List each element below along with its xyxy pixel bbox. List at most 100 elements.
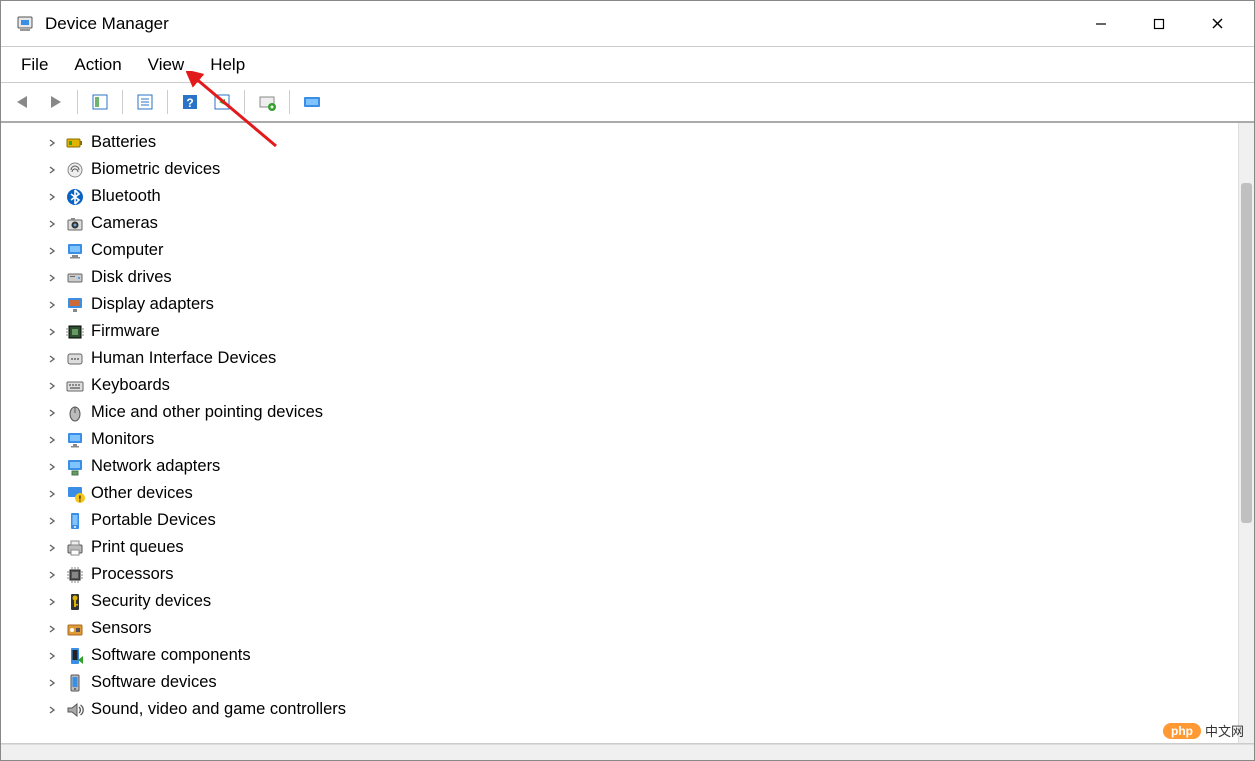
device-manager-window: Device Manager File Action View Help <box>0 0 1255 761</box>
device-category-row[interactable]: Cameras <box>7 210 1238 237</box>
device-tree[interactable]: Batteries Biometric devices Bluetooth Camer… <box>1 123 1238 743</box>
device-category-row[interactable]: Processors <box>7 561 1238 588</box>
device-category-label: Biometric devices <box>91 161 220 178</box>
device-category-row[interactable]: Print queues <box>7 534 1238 561</box>
expand-icon[interactable] <box>45 406 59 420</box>
expand-icon[interactable] <box>45 217 59 231</box>
expand-icon[interactable] <box>45 298 59 312</box>
device-category-row[interactable]: Software devices <box>7 669 1238 696</box>
expand-icon[interactable] <box>45 433 59 447</box>
device-category-label: Bluetooth <box>91 188 161 205</box>
security-icon <box>65 592 85 612</box>
expand-icon[interactable] <box>45 352 59 366</box>
device-category-row[interactable]: Display adapters <box>7 291 1238 318</box>
toolbar-separator <box>122 90 123 114</box>
titlebar: Device Manager <box>1 1 1254 47</box>
expand-icon[interactable] <box>45 190 59 204</box>
maximize-button[interactable] <box>1130 4 1188 44</box>
device-category-label: Network adapters <box>91 458 220 475</box>
expand-icon[interactable] <box>45 541 59 555</box>
toolbar-separator <box>289 90 290 114</box>
device-category-label: Disk drives <box>91 269 172 286</box>
expand-icon[interactable] <box>45 703 59 717</box>
vertical-scrollbar[interactable] <box>1238 123 1254 743</box>
mouse-icon <box>65 403 85 423</box>
properties-button[interactable] <box>131 88 159 116</box>
bluetooth-icon <box>65 187 85 207</box>
device-category-row[interactable]: Bluetooth <box>7 183 1238 210</box>
watermark-badge: php <box>1163 723 1201 739</box>
processor-icon <box>65 565 85 585</box>
menu-help[interactable]: Help <box>198 51 257 79</box>
add-legacy-icon <box>302 94 322 110</box>
toolbar-separator <box>77 90 78 114</box>
expand-icon[interactable] <box>45 460 59 474</box>
device-category-row[interactable]: Computer <box>7 237 1238 264</box>
watermark-text: 中文网 <box>1205 721 1244 740</box>
fingerprint-icon <box>65 160 85 180</box>
update-driver-icon <box>213 93 231 111</box>
device-category-label: Cameras <box>91 215 158 232</box>
device-category-row[interactable]: Other devices <box>7 480 1238 507</box>
expand-icon[interactable] <box>45 622 59 636</box>
expand-icon[interactable] <box>45 136 59 150</box>
device-category-label: Computer <box>91 242 163 259</box>
device-category-row[interactable]: Firmware <box>7 318 1238 345</box>
expand-icon[interactable] <box>45 379 59 393</box>
device-category-row[interactable]: Monitors <box>7 426 1238 453</box>
menu-view[interactable]: View <box>136 51 197 79</box>
help-toolbar-button[interactable]: ? <box>176 88 204 116</box>
other-devices-icon <box>65 484 85 504</box>
camera-icon <box>65 214 85 234</box>
device-category-row[interactable]: Sound, video and game controllers <box>7 696 1238 723</box>
update-driver-button[interactable] <box>208 88 236 116</box>
monitor-icon <box>65 430 85 450</box>
device-category-row[interactable]: Security devices <box>7 588 1238 615</box>
expand-icon[interactable] <box>45 676 59 690</box>
device-category-row[interactable]: Human Interface Devices <box>7 345 1238 372</box>
battery-icon <box>65 133 85 153</box>
device-category-row[interactable]: Sensors <box>7 615 1238 642</box>
menubar: File Action View Help <box>1 47 1254 83</box>
horizontal-scrollbar[interactable] <box>1 744 1254 760</box>
forward-button[interactable] <box>41 88 69 116</box>
expand-icon[interactable] <box>45 514 59 528</box>
back-button[interactable] <box>9 88 37 116</box>
vertical-scrollbar-thumb[interactable] <box>1241 183 1252 523</box>
toolbar: ? <box>1 83 1254 123</box>
expand-icon[interactable] <box>45 325 59 339</box>
minimize-button[interactable] <box>1072 4 1130 44</box>
add-legacy-hardware-button[interactable] <box>298 88 326 116</box>
expand-icon[interactable] <box>45 163 59 177</box>
device-category-label: Sensors <box>91 620 152 637</box>
menu-action[interactable]: Action <box>62 51 133 79</box>
device-category-label: Other devices <box>91 485 193 502</box>
device-category-row[interactable]: Keyboards <box>7 372 1238 399</box>
scan-hardware-button[interactable] <box>253 88 281 116</box>
expand-icon[interactable] <box>45 595 59 609</box>
expand-icon[interactable] <box>45 649 59 663</box>
expand-icon[interactable] <box>45 244 59 258</box>
device-category-row[interactable]: Software components <box>7 642 1238 669</box>
device-category-row[interactable]: Biometric devices <box>7 156 1238 183</box>
device-category-label: Processors <box>91 566 174 583</box>
device-category-row[interactable]: Batteries <box>7 129 1238 156</box>
expand-icon[interactable] <box>45 568 59 582</box>
portable-device-icon <box>65 511 85 531</box>
device-category-row[interactable]: Network adapters <box>7 453 1238 480</box>
content-area: Batteries Biometric devices Bluetooth Camer… <box>1 123 1254 744</box>
expand-icon[interactable] <box>45 271 59 285</box>
device-category-row[interactable]: Mice and other pointing devices <box>7 399 1238 426</box>
device-category-row[interactable]: Disk drives <box>7 264 1238 291</box>
device-category-label: Keyboards <box>91 377 170 394</box>
device-category-label: Batteries <box>91 134 156 151</box>
device-category-row[interactable]: Portable Devices <box>7 507 1238 534</box>
expand-icon[interactable] <box>45 487 59 501</box>
close-button[interactable] <box>1188 4 1246 44</box>
sound-icon <box>65 700 85 720</box>
help-icon: ? <box>181 93 199 111</box>
menu-file[interactable]: File <box>9 51 60 79</box>
show-hide-tree-button[interactable] <box>86 88 114 116</box>
device-category-label: Security devices <box>91 593 211 610</box>
device-manager-app-icon <box>15 14 35 34</box>
